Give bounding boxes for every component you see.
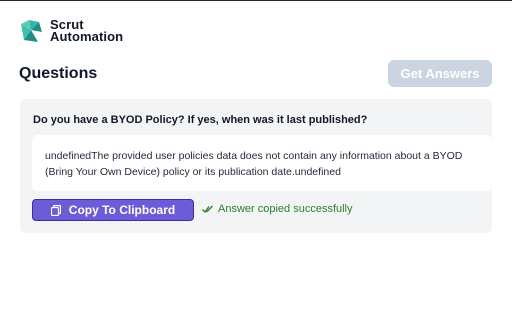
copy-status: Answer copied successfully [202, 203, 353, 215]
page-title: Questions [19, 64, 98, 82]
copy-to-clipboard-button[interactable]: Copy To Clipboard [32, 199, 194, 221]
double-check-icon [202, 205, 213, 213]
copy-status-text: Answer copied successfully [218, 203, 353, 215]
brand-line-2: Automation [50, 29, 124, 44]
scrut-logo-icon [21, 20, 42, 42]
answer-box[interactable]: undefinedThe provided user policies data… [32, 135, 492, 191]
brand-name: Scrut Automation [50, 18, 124, 44]
top-border [0, 0, 512, 1]
copy-icon [50, 204, 61, 216]
answer-text: undefinedThe provided user policies data… [45, 150, 463, 178]
header: Questions Get Answers [19, 60, 492, 87]
page: Scrut Automation Questions Get Answers D… [0, 0, 512, 320]
question-card: Do you have a BYOD Policy? If yes, when … [20, 99, 492, 233]
get-answers-button[interactable]: Get Answers [388, 60, 492, 87]
copy-button-label: Copy To Clipboard [68, 203, 176, 217]
brand: Scrut Automation [18, 18, 123, 44]
question-text: Do you have a BYOD Policy? If yes, when … [33, 114, 368, 126]
